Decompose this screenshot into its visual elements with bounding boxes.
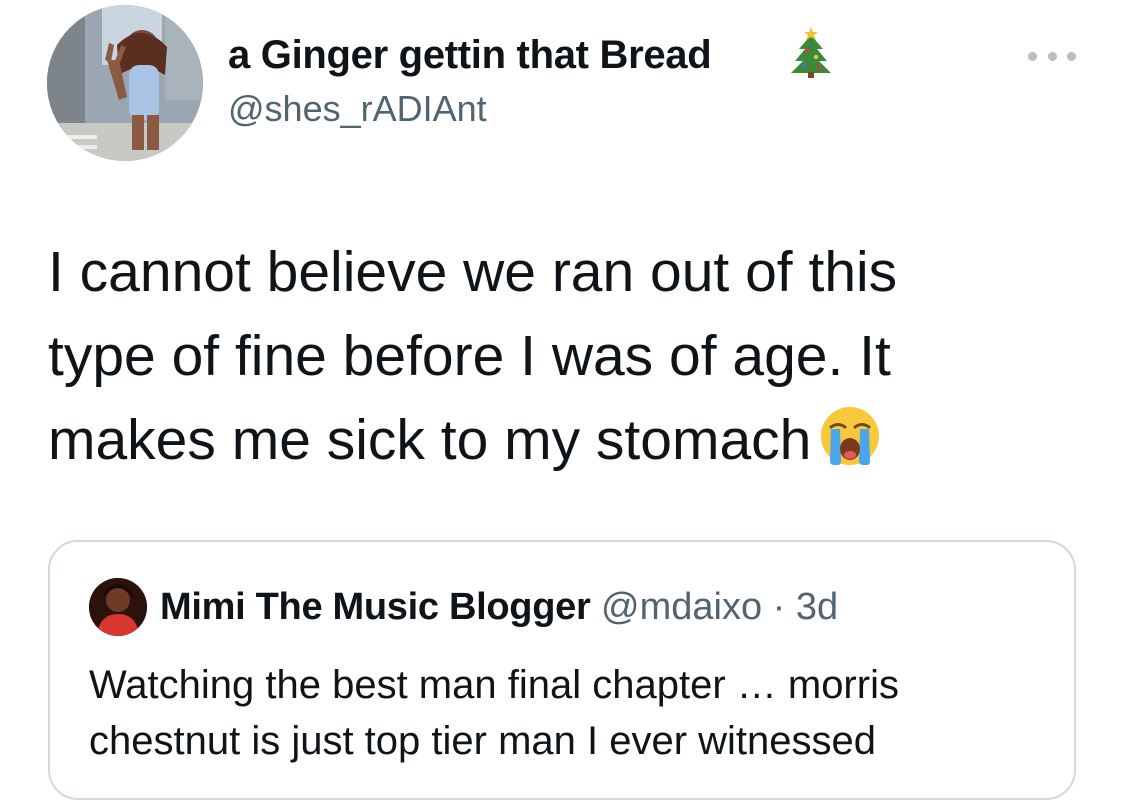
quoted-author-avatar[interactable] [89, 578, 147, 636]
meta-separator: · [772, 586, 786, 628]
tweet-line: I cannot believe we ran out of this [48, 240, 898, 304]
quoted-author-display-name[interactable]: Mimi The Music Blogger [160, 586, 591, 628]
author-handle[interactable]: @shes_rADIAnt [228, 88, 487, 130]
christmas-tree-icon [789, 27, 833, 84]
more-dot-icon [1067, 51, 1076, 61]
quoted-tweet-header: Mimi The Music Blogger @mdaixo · 3d [160, 586, 838, 629]
quoted-tweet-text: Watching the best man final chapter … mo… [89, 657, 1049, 769]
tweet-line: type of fine before I was of age. It [48, 324, 891, 388]
quoted-author-handle[interactable]: @mdaixo [601, 586, 762, 628]
quoted-tweet-time[interactable]: 3d [796, 586, 838, 628]
tweet-line: makes me sick to my stomach [48, 408, 812, 472]
loudly-crying-face-icon [819, 405, 881, 490]
tweet-line-with-emoji: makes me sick to my stomach [48, 398, 1048, 490]
quoted-tweet-line: chestnut is just top tier man I ever wit… [89, 719, 877, 763]
author-avatar[interactable] [47, 5, 203, 161]
quoted-tweet-line: Watching the best man final chapter … mo… [89, 663, 899, 707]
more-dot-icon [1047, 51, 1057, 61]
more-options-button[interactable] [1028, 46, 1076, 66]
more-dot-icon [1028, 51, 1037, 61]
author-display-name[interactable]: a Ginger gettin that Bread [228, 33, 712, 78]
tweet-text: I cannot believe we ran out of this type… [48, 230, 1048, 490]
